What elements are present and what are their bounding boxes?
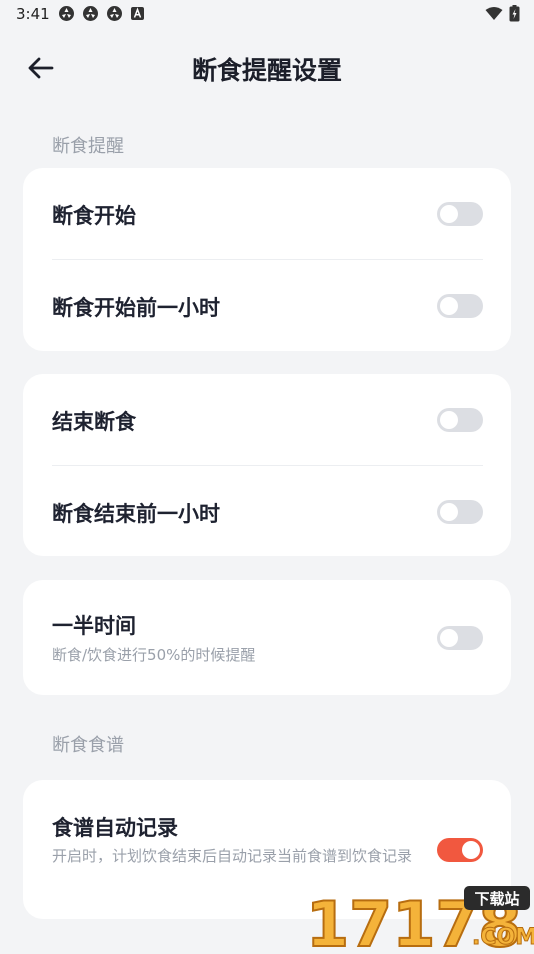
app-notification-icon: [83, 6, 98, 21]
toggle-knob: [440, 503, 458, 521]
setting-row-fasting-start-hour-before[interactable]: 断食开始前一小时: [23, 260, 511, 351]
card-halfway: 一半时间 断食/饮食进行50%的时候提醒: [23, 580, 511, 695]
toggle-knob: [440, 411, 458, 429]
page-title: 断食提醒设置: [191, 56, 342, 85]
card-fasting-end: 结束断食 断食结束前一小时: [23, 374, 511, 556]
toggle-knob: [440, 629, 458, 647]
halfway-toggle[interactable]: [437, 626, 483, 650]
setting-row-halfway[interactable]: 一半时间 断食/饮食进行50%的时候提醒: [23, 580, 511, 695]
section-label-fasting-reminder: 断食提醒: [52, 136, 124, 157]
fasting-start-toggle[interactable]: [437, 202, 483, 226]
app-notification-icon: [107, 6, 122, 21]
setting-subtitle: 开启时，计划饮食结束后自动记录当前食谱到饮食记录: [52, 847, 413, 865]
setting-title: 断食开始: [52, 204, 136, 228]
setting-title: 断食结束前一小时: [52, 502, 220, 526]
system-icons: [485, 5, 520, 22]
status-time: 3:41: [16, 5, 50, 23]
card-fasting-start: 断食开始 断食开始前一小时: [23, 168, 511, 351]
setting-title: 断食开始前一小时: [52, 296, 220, 320]
notification-icons: [58, 5, 145, 22]
status-bar: 3:41: [0, 0, 534, 28]
setting-title: 食谱自动记录: [52, 816, 178, 840]
battery-charging-icon: [509, 5, 520, 22]
section-label-fasting-recipe: 断食食谱: [52, 735, 124, 756]
setting-row-fasting-start[interactable]: 断食开始: [23, 168, 511, 259]
recipe-auto-record-toggle[interactable]: [437, 838, 483, 862]
setting-title: 结束断食: [52, 410, 136, 434]
setting-title: 一半时间: [52, 614, 136, 638]
app-header: 断食提醒设置: [0, 40, 534, 96]
fasting-end-hour-before-toggle[interactable]: [437, 500, 483, 524]
setting-row-end-fasting[interactable]: 结束断食: [23, 374, 511, 465]
end-fasting-toggle[interactable]: [437, 408, 483, 432]
watermark-domain: .COM: [472, 925, 534, 950]
wifi-icon: [485, 7, 503, 20]
toggle-knob: [440, 205, 458, 223]
app-notification-icon: [59, 6, 74, 21]
setting-subtitle: 断食/饮食进行50%的时候提醒: [52, 646, 256, 664]
toggle-knob: [462, 841, 480, 859]
keyboard-a-icon: [131, 7, 144, 20]
setting-row-fasting-end-hour-before[interactable]: 断食结束前一小时: [23, 466, 511, 556]
fasting-start-hour-before-toggle[interactable]: [437, 294, 483, 318]
toggle-knob: [440, 297, 458, 315]
watermark-badge: 下载站: [474, 890, 519, 908]
watermark-logo: 17178 下载站 .COM: [304, 884, 534, 954]
